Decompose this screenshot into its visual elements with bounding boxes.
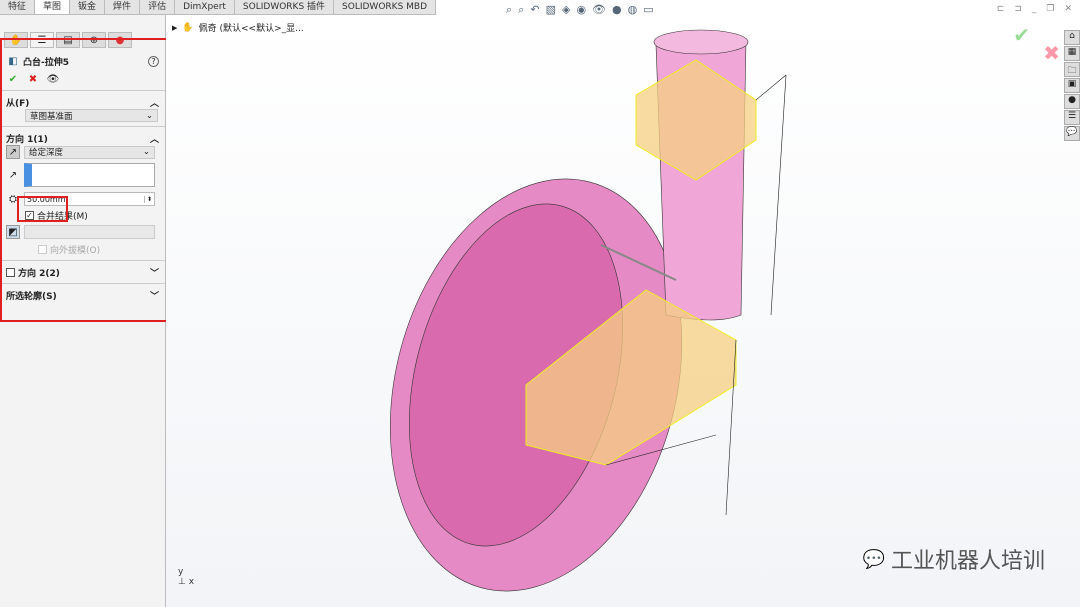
watermark-text: 工业机器人培训	[890, 549, 1045, 574]
tab-addins[interactable]: SOLIDWORKS 插件	[235, 0, 335, 14]
triad-axes-icon: y ⊥ x	[178, 567, 195, 587]
home-icon[interactable]: ⌂	[1064, 30, 1080, 45]
depth-highlight	[17, 196, 68, 222]
watermark: 💬 工业机器人培训	[863, 543, 1045, 575]
wechat-icon: 💬	[862, 548, 885, 570]
view-palette-icon[interactable]: ▣	[1064, 78, 1080, 93]
part-model[interactable]	[166, 15, 1080, 607]
dock-left-icon[interactable]: ⊏	[997, 4, 1005, 14]
forum-icon[interactable]: 💬	[1064, 126, 1080, 141]
tab-dimxpert[interactable]: DimXpert	[175, 0, 235, 14]
graphics-area[interactable]: ▶ ✋ 佩奇 (默认<<默认>_显... ⌕ ⌕ ↶ ▧ ◈ ◉ 👁 ● ◍ ▭ ⊏ ⊐ _ ❐ ✕ ✔ …	[166, 3, 1080, 607]
task-pane-tabs: ⌂ ▦ 🗀 ▣ ● ☰ 💬	[1064, 30, 1080, 141]
panel-highlight	[0, 38, 173, 322]
minimize-icon[interactable]: _	[1032, 4, 1037, 14]
tab-weldments[interactable]: 焊件	[105, 0, 141, 14]
tab-mbd[interactable]: SOLIDWORKS MBD	[334, 0, 437, 14]
restore-icon[interactable]: ❐	[1046, 4, 1054, 14]
tab-evaluate[interactable]: 评估	[140, 0, 176, 14]
design-library-icon[interactable]: ▦	[1064, 46, 1080, 61]
window-controls: ⊏ ⊐ _ ❐ ✕	[997, 4, 1072, 14]
tab-sketch[interactable]: 草图	[35, 0, 71, 14]
custom-properties-icon[interactable]: ☰	[1064, 110, 1080, 125]
close-icon[interactable]: ✕	[1064, 4, 1072, 14]
appearances-icon[interactable]: ●	[1064, 94, 1080, 109]
command-manager-tabs: 特征 草图 钣金 焊件 评估 DimXpert SOLIDWORKS 插件 SO…	[0, 0, 437, 15]
dock-right-icon[interactable]: ⊐	[1014, 4, 1022, 14]
file-explorer-icon[interactable]: 🗀	[1064, 62, 1080, 77]
tab-features[interactable]: 特征	[0, 0, 36, 14]
pipe-top	[653, 29, 749, 55]
tab-sheet-metal[interactable]: 钣金	[70, 0, 106, 14]
